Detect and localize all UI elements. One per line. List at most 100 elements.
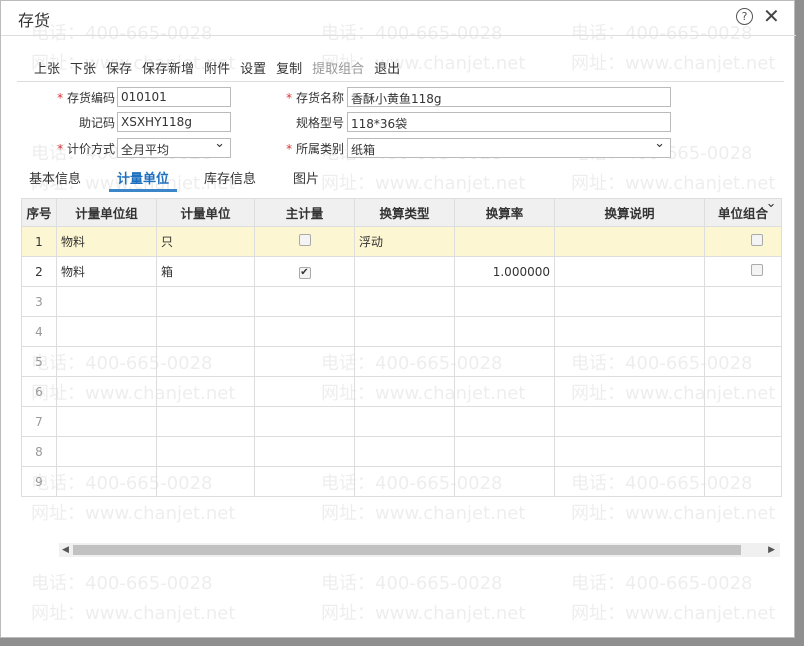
conversion-type-cell[interactable]: [354, 286, 455, 317]
row-number[interactable]: 2: [21, 256, 57, 287]
main-unit-cell[interactable]: [254, 226, 355, 257]
code-input[interactable]: 010101: [117, 87, 231, 107]
table-row[interactable]: 7: [21, 406, 782, 437]
unit-cell[interactable]: 只: [156, 226, 255, 257]
main-unit-cell[interactable]: [254, 466, 355, 497]
prev-button[interactable]: 上张: [34, 58, 60, 77]
row-number[interactable]: 3: [21, 286, 57, 317]
unit-cell[interactable]: [156, 466, 255, 497]
main-unit-cell[interactable]: [254, 316, 355, 347]
unit-combo-cell[interactable]: [704, 316, 782, 347]
conversion-type-cell[interactable]: [354, 346, 455, 377]
main-unit-cell[interactable]: [254, 376, 355, 407]
unit-cell[interactable]: [156, 376, 255, 407]
unit-group-cell[interactable]: 物料: [56, 256, 157, 287]
unit-group-cell[interactable]: 物料: [56, 226, 157, 257]
main-unit-cell[interactable]: [254, 346, 355, 377]
unit-group-cell[interactable]: [56, 286, 157, 317]
conversion-desc-cell[interactable]: [554, 226, 705, 257]
next-button[interactable]: 下张: [70, 58, 96, 77]
unit-cell[interactable]: [156, 286, 255, 317]
conversion-desc-cell[interactable]: [554, 406, 705, 437]
unit-cell[interactable]: [156, 346, 255, 377]
main-unit-cell[interactable]: [254, 286, 355, 317]
scrollbar-thumb[interactable]: [73, 545, 741, 555]
scroll-right-icon[interactable]: ▶: [768, 543, 775, 557]
unit-group-cell[interactable]: [56, 346, 157, 377]
table-row[interactable]: 8: [21, 436, 782, 467]
mnemonic-input[interactable]: XSXHY118g: [117, 112, 231, 132]
row-number[interactable]: 6: [21, 376, 57, 407]
row-number[interactable]: 7: [21, 406, 57, 437]
table-row[interactable]: 9: [21, 466, 782, 497]
conversion-rate-cell[interactable]: [454, 406, 555, 437]
column-header[interactable]: 计量单位: [156, 198, 255, 227]
conversion-desc-cell[interactable]: [554, 286, 705, 317]
attachment-button[interactable]: 附件: [204, 58, 230, 77]
unit-combo-cell[interactable]: [704, 256, 782, 287]
tab-basic-info[interactable]: 基本信息: [29, 168, 81, 187]
close-icon[interactable]: ✕: [763, 4, 780, 28]
unit-combo-cell[interactable]: [704, 376, 782, 407]
column-header[interactable]: 换算说明: [554, 198, 705, 227]
unit-group-cell[interactable]: [56, 436, 157, 467]
table-row[interactable]: 1 物料只 浮动: [21, 226, 782, 257]
spec-input[interactable]: 118*36袋: [347, 112, 671, 132]
unit-group-cell[interactable]: [56, 316, 157, 347]
conversion-rate-cell[interactable]: [454, 226, 555, 257]
conversion-type-cell[interactable]: [354, 466, 455, 497]
unit-cell[interactable]: 箱: [156, 256, 255, 287]
main-unit-cell[interactable]: ✔: [254, 256, 355, 287]
conversion-rate-cell[interactable]: 1.000000: [454, 256, 555, 287]
exit-button[interactable]: 退出: [374, 58, 400, 77]
table-row[interactable]: 6: [21, 376, 782, 407]
unit-combo-cell[interactable]: [704, 466, 782, 497]
tab-image[interactable]: 图片: [293, 168, 319, 187]
name-input[interactable]: 香酥小黄鱼118g: [347, 87, 671, 107]
conversion-rate-cell[interactable]: [454, 466, 555, 497]
conversion-desc-cell[interactable]: [554, 316, 705, 347]
conversion-rate-cell[interactable]: [454, 316, 555, 347]
column-header[interactable]: 序号: [21, 198, 57, 227]
conversion-desc-cell[interactable]: [554, 466, 705, 497]
unit-combo-cell[interactable]: [704, 406, 782, 437]
pricing-select[interactable]: 全月平均: [117, 136, 231, 158]
column-header[interactable]: 计量单位组: [56, 198, 157, 227]
save-button[interactable]: 保存: [106, 58, 132, 77]
copy-button[interactable]: 复制: [276, 58, 302, 77]
unit-combo-cell[interactable]: [704, 226, 782, 257]
unit-group-cell[interactable]: [56, 406, 157, 437]
unit-cell[interactable]: [156, 316, 255, 347]
conversion-type-cell[interactable]: [354, 376, 455, 407]
unit-cell[interactable]: [156, 406, 255, 437]
unit-combo-checkbox[interactable]: [751, 264, 763, 276]
row-number[interactable]: 8: [21, 436, 57, 467]
save-new-button[interactable]: 保存新增: [142, 58, 194, 77]
column-header[interactable]: 主计量: [254, 198, 355, 227]
main-unit-checkbox[interactable]: ✔: [298, 267, 311, 279]
conversion-rate-cell[interactable]: [454, 346, 555, 377]
unit-group-cell[interactable]: [56, 376, 157, 407]
unit-combo-checkbox[interactable]: [751, 234, 763, 246]
conversion-desc-cell[interactable]: [554, 436, 705, 467]
table-row[interactable]: 2 物料箱 ✔ 1.000000: [21, 256, 782, 287]
tab-stock-info[interactable]: 库存信息: [204, 168, 256, 187]
main-unit-checkbox[interactable]: [298, 234, 311, 246]
table-row[interactable]: 3: [21, 286, 782, 317]
conversion-rate-cell[interactable]: [454, 376, 555, 407]
unit-combo-cell[interactable]: [704, 346, 782, 377]
row-number[interactable]: 4: [21, 316, 57, 347]
settings-button[interactable]: 设置: [240, 58, 266, 77]
column-header[interactable]: 换算率: [454, 198, 555, 227]
row-number[interactable]: 1: [21, 226, 57, 257]
conversion-desc-cell[interactable]: [554, 376, 705, 407]
horizontal-scrollbar[interactable]: ◀ ▶: [59, 543, 780, 557]
scroll-left-icon[interactable]: ◀: [62, 543, 69, 557]
conversion-type-cell[interactable]: 浮动: [354, 226, 455, 257]
conversion-rate-cell[interactable]: [454, 286, 555, 317]
unit-cell[interactable]: [156, 436, 255, 467]
row-number[interactable]: 5: [21, 346, 57, 377]
conversion-type-cell[interactable]: [354, 436, 455, 467]
unit-combo-cell[interactable]: [704, 436, 782, 467]
unit-combo-cell[interactable]: [704, 286, 782, 317]
